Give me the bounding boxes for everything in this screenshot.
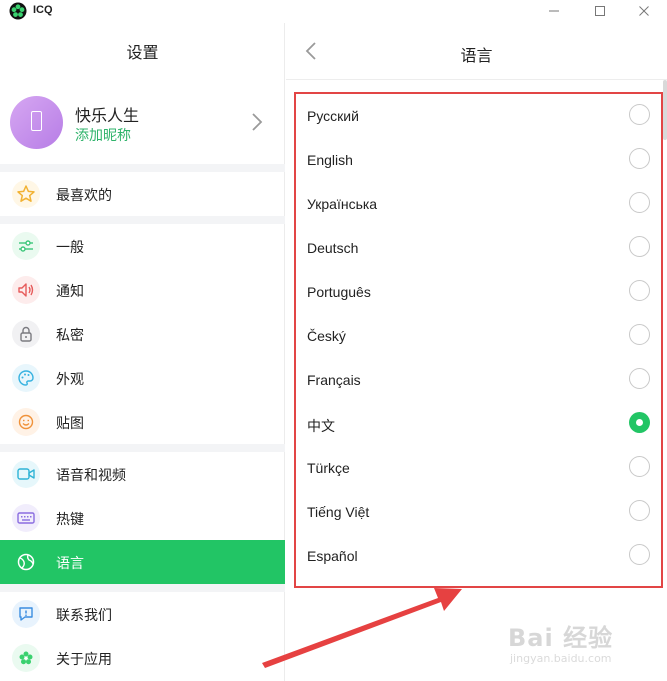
language-name: Русский [307,108,359,124]
language-name: English [307,152,353,168]
panel-title: 语言 [460,48,493,65]
sidebar-item-appearance[interactable]: 外观 [0,356,285,400]
language-option[interactable]: Türkçe [296,446,661,490]
profile-card[interactable]: 快乐人生 添加昵称 [0,87,285,161]
language-option[interactable]: Українська [296,182,661,226]
radio-button[interactable] [629,236,650,257]
radio-button[interactable] [629,104,650,125]
sidebar-item-about[interactable]: 关于应用 [0,636,285,680]
language-option[interactable]: Tiếng Việt [296,490,661,534]
radio-button[interactable] [629,324,650,345]
section-divider [0,584,285,592]
avatar-placeholder-icon [31,111,42,131]
language-option-selected[interactable]: 中文 [296,402,661,446]
language-name: Français [307,372,361,388]
sidebar-item-favorites[interactable]: 最喜欢的 [0,172,285,216]
sidebar-item-label: 语言 [56,555,84,571]
add-nickname-link[interactable]: 添加昵称 [75,125,131,145]
language-list: Русский English Українська Deutsch Portu… [294,92,663,588]
sidebar-item-label: 联系我们 [56,607,112,623]
language-name: 中文 [307,418,335,434]
sidebar-item-label: 通知 [56,283,84,299]
sidebar-item-contact-us[interactable]: 联系我们 [0,592,285,636]
sliders-icon [12,232,40,260]
section-divider [0,444,285,452]
sidebar-item-stickers[interactable]: 贴图 [0,400,285,444]
language-panel: 语言 Русский English Українська Deutsch Po… [286,23,667,681]
sidebar-item-label: 关于应用 [56,651,112,667]
icq-flower-icon [12,644,40,672]
close-button[interactable] [624,0,664,22]
radio-button[interactable] [629,500,650,521]
avatar [10,96,63,149]
keyboard-icon [12,504,40,532]
chat-alert-icon [12,600,40,628]
smiley-icon [12,408,40,436]
language-name: Deutsch [307,240,359,256]
radio-button[interactable] [629,148,650,169]
sidebar-item-label: 外观 [56,371,84,387]
language-option[interactable]: Português [296,270,661,314]
language-name: Português [307,284,371,300]
panel-header: 语言 [286,23,667,80]
sidebar-item-label: 一般 [56,239,84,255]
language-name: Українська [307,196,378,212]
globe-icon [12,548,40,576]
app-title: ICQ [33,4,53,16]
language-name: Türkçe [307,460,350,476]
radio-button[interactable] [629,280,650,301]
baidu-watermark: Bai 经验 jingyan.baidu.com [508,612,658,672]
radio-button[interactable] [629,192,650,213]
minimize-button[interactable] [534,0,574,22]
settings-sidebar: 设置 快乐人生 添加昵称 最喜欢的 一般 通知 私密 外观 贴图 语音和视频 热… [0,23,285,681]
language-option[interactable]: Русский [296,94,661,138]
sidebar-item-notifications[interactable]: 通知 [0,268,285,312]
language-option[interactable]: Deutsch [296,226,661,270]
sidebar-item-label: 语音和视频 [56,467,126,483]
sidebar-item-hotkeys[interactable]: 热键 [0,496,285,540]
radio-button[interactable] [629,544,650,565]
star-icon [12,180,40,208]
language-name: Español [307,548,358,564]
sidebar-item-language[interactable]: 语言 [0,540,285,584]
watermark-url: jingyan.baidu.com [510,652,612,665]
section-divider [0,164,285,172]
language-option[interactable]: English [296,138,661,182]
icq-flower-icon [9,2,27,20]
section-divider [0,216,285,224]
close-icon [639,6,649,16]
chevron-right-icon [252,113,263,131]
maximize-button[interactable] [580,0,620,22]
sidebar-title: 设置 [126,45,159,62]
watermark-logo-text: Bai 经验 [508,624,614,652]
language-name: Český [307,328,346,344]
sidebar-item-voice-video[interactable]: 语音和视频 [0,452,285,496]
language-option[interactable]: Español [296,534,661,578]
radio-button[interactable] [629,368,650,389]
language-option[interactable]: Český [296,314,661,358]
radio-button[interactable] [629,456,650,477]
language-name: Tiếng Việt [307,504,370,520]
speaker-icon [12,276,40,304]
sidebar-item-label: 热键 [56,511,84,527]
sidebar-item-privacy[interactable]: 私密 [0,312,285,356]
profile-name: 快乐人生 [75,108,140,125]
title-bar: ICQ [0,0,667,23]
sidebar-item-label: 最喜欢的 [56,187,112,203]
sidebar-item-label: 私密 [56,327,84,343]
sidebar-item-label: 贴图 [56,415,84,431]
language-option[interactable]: Français [296,358,661,402]
video-camera-icon [12,460,40,488]
maximize-icon [595,6,605,16]
scrollbar[interactable] [663,80,667,140]
palette-icon [12,364,40,392]
radio-button-checked[interactable] [629,412,650,433]
minimize-icon [549,10,559,12]
lock-icon [12,320,40,348]
sidebar-item-general[interactable]: 一般 [0,224,285,268]
